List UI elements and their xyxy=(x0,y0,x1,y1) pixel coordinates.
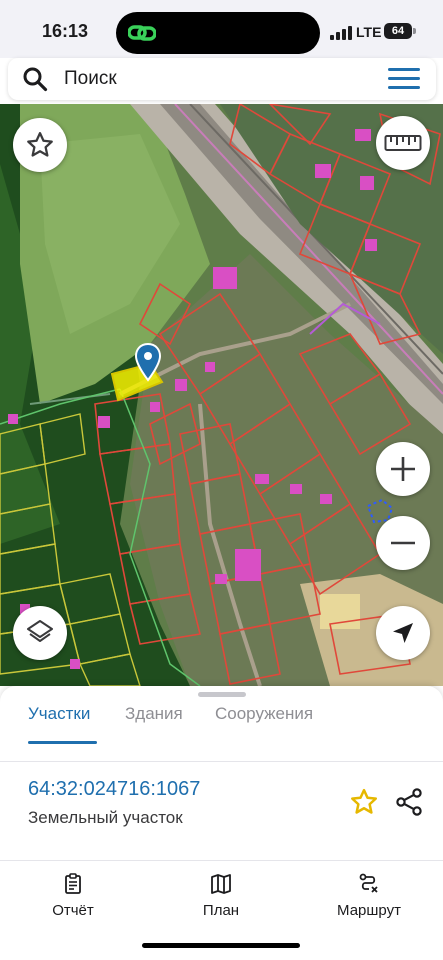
status-time: 16:13 xyxy=(42,21,89,41)
ruler-button[interactable] xyxy=(376,116,430,170)
active-tab-indicator xyxy=(28,741,97,744)
category-tabs: Участки Здания Сооружения xyxy=(0,704,443,762)
tabbar-label-report: Отчёт xyxy=(52,902,94,919)
signal-icon xyxy=(330,26,352,40)
tab-structures[interactable]: Сооружения xyxy=(215,704,313,724)
dynamic-island xyxy=(116,12,320,54)
tab-parcels[interactable]: Участки xyxy=(28,704,90,724)
zoom-out-button[interactable] xyxy=(376,516,430,570)
locate-button[interactable] xyxy=(376,606,430,660)
tabbar-item-report[interactable]: Отчёт xyxy=(18,872,128,919)
layers-button[interactable] xyxy=(13,606,67,660)
zoom-in-icon xyxy=(391,457,415,481)
sheet-divider xyxy=(0,860,443,861)
bottom-sheet[interactable]: Участки Здания Сооружения 64:32:024716:1… xyxy=(0,686,443,862)
home-indicator xyxy=(142,943,300,948)
search-bar[interactable]: Поиск xyxy=(8,58,436,100)
tabbar-item-plan[interactable]: План xyxy=(166,872,276,919)
satellite-map[interactable] xyxy=(0,104,443,686)
tabbar-label-route: Маршрут xyxy=(337,902,401,919)
tabs-divider xyxy=(0,761,443,762)
zoom-in-button[interactable] xyxy=(376,442,430,496)
route-icon xyxy=(359,873,378,893)
tabbar-label-plan: План xyxy=(202,902,240,919)
status-bar: 16:13 LTE 64 xyxy=(0,0,443,58)
ruler-icon xyxy=(384,135,422,151)
zoom-out-icon xyxy=(391,541,415,545)
search-input[interactable]: Поиск xyxy=(64,68,117,90)
battery-tip xyxy=(413,28,416,34)
favorite-star-icon xyxy=(27,132,53,157)
link-chain-icon xyxy=(128,25,156,41)
favorite-star-icon[interactable] xyxy=(349,787,379,817)
battery-icon: 64 xyxy=(384,23,412,39)
parcel-cadastral-number[interactable]: 64:32:024716:1067 xyxy=(28,778,200,801)
tab-buildings[interactable]: Здания xyxy=(125,704,183,724)
menu-icon[interactable] xyxy=(388,68,420,90)
network-label: LTE xyxy=(356,24,382,40)
sheet-drag-handle[interactable] xyxy=(198,692,246,697)
map-view[interactable] xyxy=(0,104,443,686)
search-icon[interactable] xyxy=(22,66,48,92)
tabbar-item-route[interactable]: Маршрут xyxy=(314,872,424,919)
layers-icon xyxy=(27,620,53,642)
locate-arrow-icon xyxy=(393,623,413,643)
share-icon[interactable] xyxy=(394,787,424,817)
clipboard-icon xyxy=(65,873,81,894)
parcel-type: Земельный участок xyxy=(28,808,183,827)
map-favorite-button[interactable] xyxy=(13,118,67,172)
map-icon xyxy=(211,874,231,894)
